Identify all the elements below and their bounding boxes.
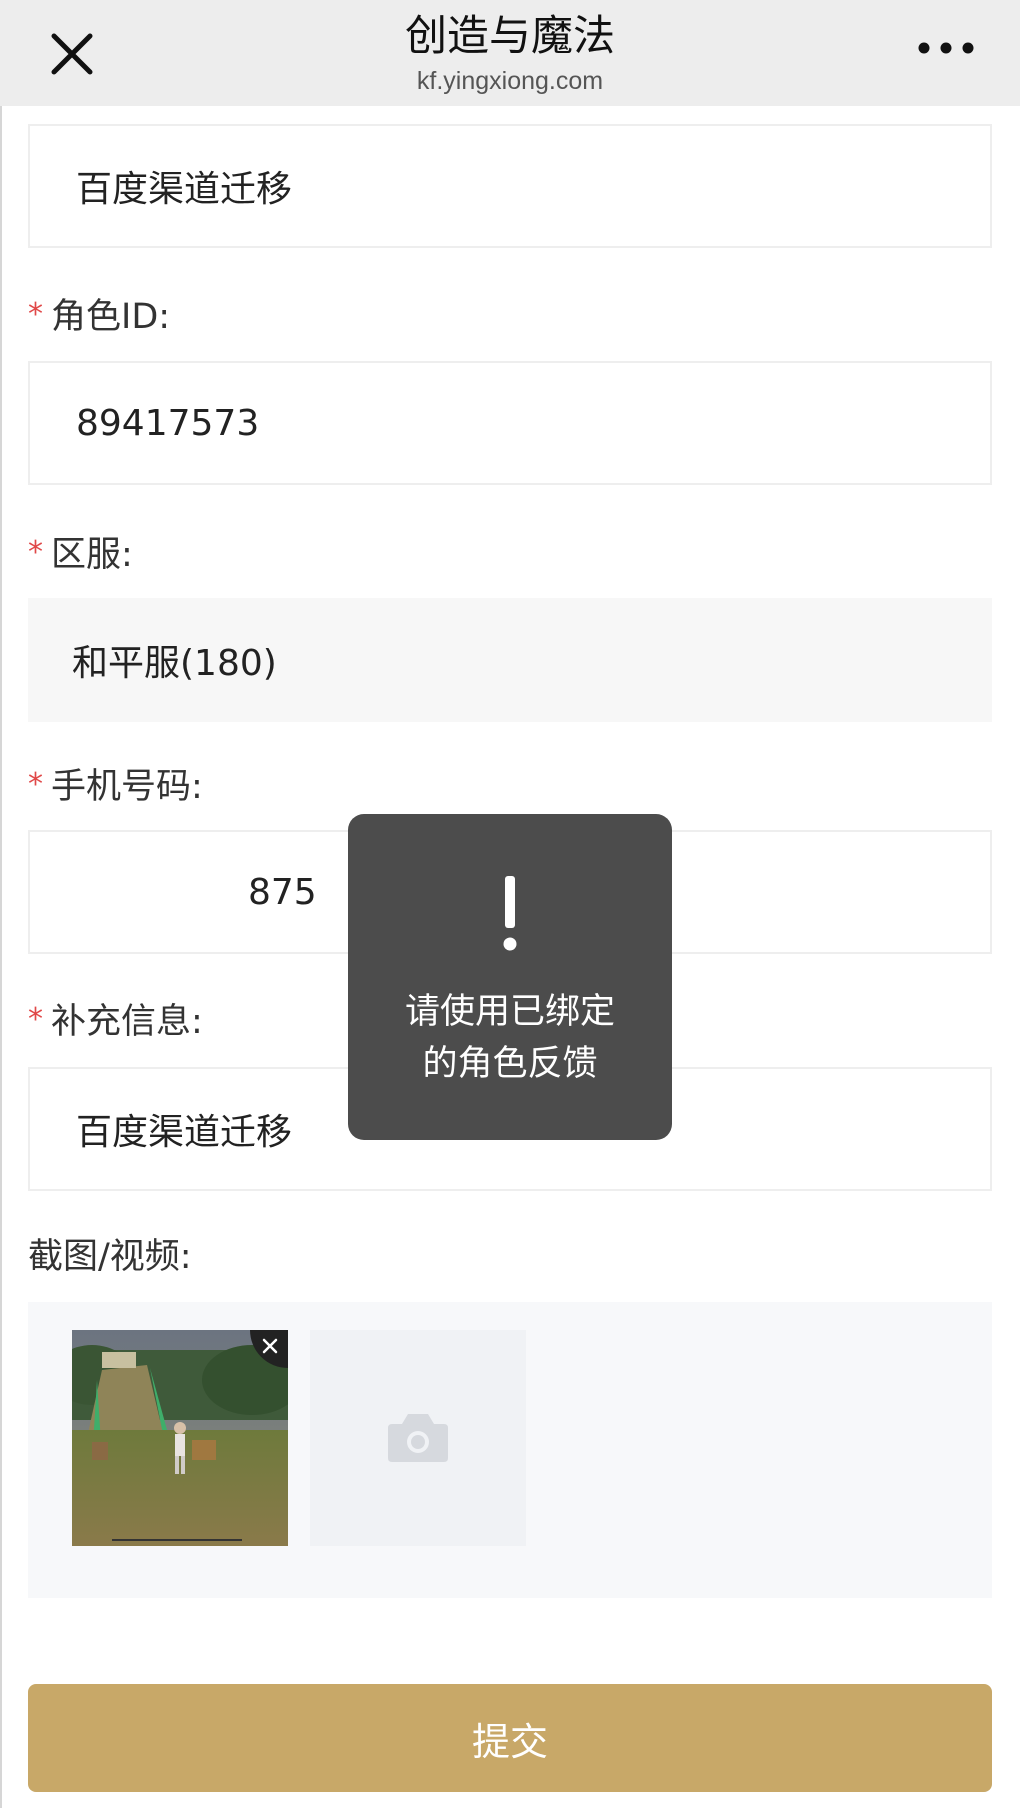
role-id-label: * 角色ID: <box>28 290 170 340</box>
role-id-label-text: 角色ID: <box>51 297 171 337</box>
issue-type-field[interactable]: 百度渠道迁移 <box>28 124 992 248</box>
required-mark: * <box>28 297 43 332</box>
close-icon <box>51 33 93 75</box>
extra-info-value: 百度渠道迁移 <box>76 1112 293 1153</box>
uploaded-thumbnail[interactable] <box>72 1330 288 1546</box>
frame-border <box>0 106 2 1808</box>
required-mark: * <box>28 535 43 570</box>
required-mark: * <box>28 767 43 802</box>
page-url: kf.yingxiong.com <box>416 67 604 95</box>
toast-line-1: 请使用已绑定 <box>404 992 615 1032</box>
toast-text: 请使用已绑定 的角色反馈 <box>348 986 672 1090</box>
extra-info-label: * 补充信息: <box>28 995 203 1045</box>
submit-button[interactable]: 提交 <box>28 1684 992 1792</box>
extra-info-label-text: 补充信息: <box>51 1002 203 1042</box>
delete-thumbnail-button[interactable] <box>250 1330 288 1368</box>
role-id-field[interactable]: 89417573 <box>28 361 992 485</box>
close-button[interactable] <box>40 22 104 86</box>
more-icon <box>918 42 974 54</box>
required-mark: * <box>28 1002 43 1037</box>
toast-message: 请使用已绑定 的角色反馈 <box>348 814 672 1140</box>
media-upload-area <box>28 1302 992 1598</box>
media-label: 截图/视频: <box>28 1237 192 1277</box>
more-button[interactable] <box>912 28 980 68</box>
camera-icon <box>388 1414 448 1462</box>
toast-icon-wrap <box>348 874 672 958</box>
add-media-button[interactable] <box>310 1330 526 1546</box>
issue-type-value: 百度渠道迁移 <box>76 169 293 210</box>
role-id-value: 89417573 <box>76 402 260 444</box>
exclamation-icon <box>503 876 517 951</box>
phone-label: * 手机号码: <box>28 760 203 810</box>
phone-value: 875 <box>248 871 317 913</box>
close-icon <box>262 1338 278 1354</box>
top-bar: 创造与魔法 kf.yingxiong.com <box>0 0 1020 106</box>
title-block: 创造与魔法 kf.yingxiong.com <box>210 8 810 96</box>
page-title: 创造与魔法 <box>404 11 615 60</box>
server-label-text: 区服: <box>51 535 133 575</box>
server-select[interactable]: 和平服(180) <box>28 598 992 722</box>
toast-line-2: 的角色反馈 <box>422 1044 598 1084</box>
server-label: * 区服: <box>28 528 133 578</box>
phone-label-text: 手机号码: <box>51 767 203 807</box>
server-value: 和平服(180) <box>72 643 277 684</box>
